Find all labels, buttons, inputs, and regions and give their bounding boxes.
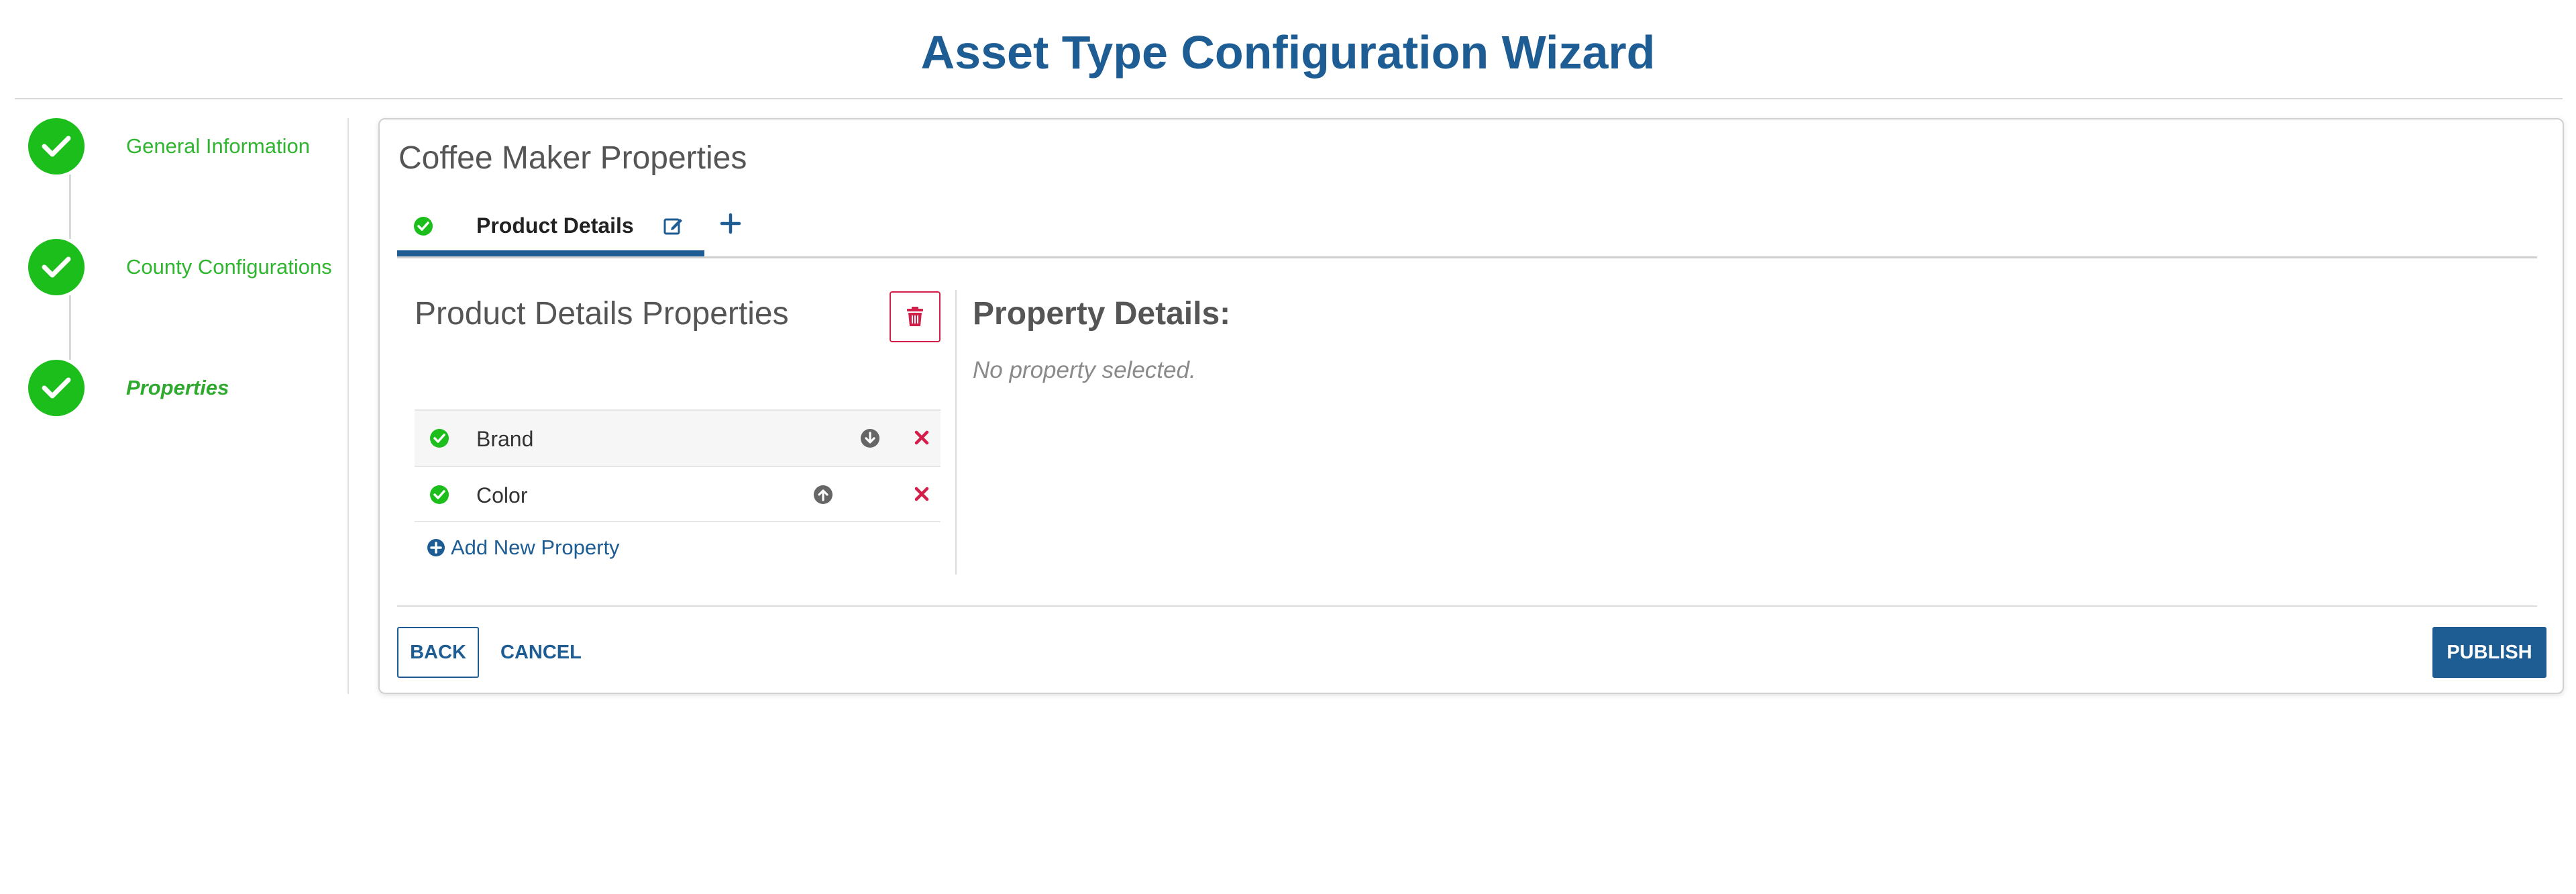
panel-divider [955,290,957,575]
check-circle-icon [429,428,449,452]
properties-panel-title: Product Details Properties [415,296,789,332]
card-title: Coffee Maker Properties [398,140,747,176]
properties-card: Coffee Maker Properties Product Details … [378,118,2564,694]
tab-product-details[interactable]: Product Details [397,205,704,256]
step-label: County Configurations [126,255,332,279]
step-county-configurations[interactable]: County Configurations [28,239,332,295]
cancel-button[interactable]: CANCEL [491,627,591,678]
property-name: Color [476,483,528,507]
plus-circle-icon [427,539,445,556]
step-general-information[interactable]: General Information [28,118,310,175]
step-complete-icon [28,360,85,416]
remove-x-icon[interactable] [912,428,931,450]
step-label: General Information [126,134,310,158]
property-name: Brand [476,427,534,451]
add-new-property-link[interactable]: Add New Property [427,536,620,560]
tab-bar: Product Details [397,205,2537,258]
trash-icon [907,307,923,326]
stepper-divider [347,118,349,694]
property-row-color[interactable]: Color [415,466,941,522]
add-new-property-label: Add New Property [451,536,620,559]
no-property-selected-text: No property selected. [973,357,1196,383]
move-down-icon[interactable] [860,428,880,452]
footer-divider [397,605,2537,607]
step-connector [69,175,71,239]
move-up-icon[interactable] [813,485,833,508]
edit-icon[interactable] [663,215,684,240]
step-connector [69,295,71,360]
publish-button[interactable]: PUBLISH [2432,627,2546,678]
add-tab-plus-icon[interactable] [719,212,742,238]
check-circle-icon [413,216,433,240]
property-list: Brand Color [415,409,941,522]
title-divider [15,98,2563,99]
delete-group-button[interactable] [890,291,941,342]
property-row-brand[interactable]: Brand [415,409,941,466]
tab-label: Product Details [476,213,634,238]
step-complete-icon [28,118,85,175]
step-label: Properties [126,376,229,399]
step-properties[interactable]: Properties [28,360,229,416]
back-button[interactable]: BACK [397,627,479,678]
step-complete-icon [28,239,85,295]
check-circle-icon [429,485,449,508]
remove-x-icon[interactable] [912,485,931,507]
page-title: Asset Type Configuration Wizard [920,26,1656,79]
property-details-title: Property Details: [973,296,1231,332]
